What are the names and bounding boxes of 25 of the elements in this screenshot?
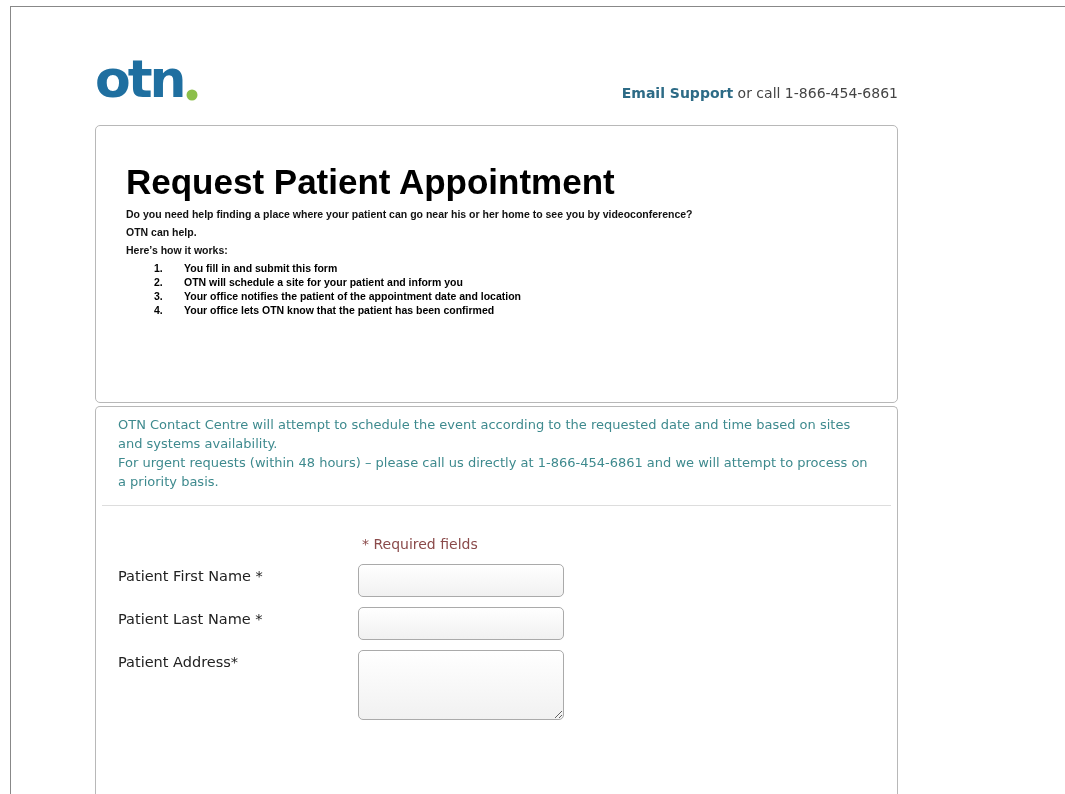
dot-icon <box>185 89 198 101</box>
input-field[interactable] <box>358 607 564 640</box>
step-number: 1. <box>154 262 164 274</box>
step-text: OTN will schedule a site for your patient and inform you <box>184 276 464 288</box>
logo: otn <box>95 57 184 101</box>
step-text: Your office lets OTN know that the patient has been confirmed <box>184 304 496 316</box>
step-number: 2. <box>154 276 164 288</box>
step-number: 3. <box>154 290 164 302</box>
step-text: Your office notifies the patient of the appointment date and location <box>184 290 522 302</box>
step-text: You fill in and submit this form <box>184 262 339 274</box>
intro-text: OTN can help. <box>126 226 198 238</box>
input-field[interactable] <box>358 564 564 597</box>
field-label: Patient Last Name * <box>118 610 264 629</box>
field-label: Patient Address* <box>118 653 240 672</box>
intro-text: Here’s how it works: <box>126 244 229 256</box>
support-text: Email Support or call 1-866-454-6861 <box>621 85 898 101</box>
notice-text: OTN Contact Centre will attempt to schedule the event according to the requested date and time based on sites and systems availability. <box>118 416 852 453</box>
email-support-link[interactable]: Email Support <box>621 85 734 101</box>
step-number: 4. <box>154 304 164 316</box>
field-label: Patient First Name * <box>118 567 264 586</box>
required-note: * Required fields <box>362 536 479 552</box>
notice-text: For urgent requests (within 48 hours) – please call us directly at 1-866-454-6861 and we will attempt to process on a priority basis. <box>118 454 869 491</box>
page-title: Request Patient Appointment <box>126 162 616 202</box>
address-field[interactable] <box>358 650 564 720</box>
intro-text: Do you need help finding a place where your patient can go near his or her home to see you by videoconference? <box>126 208 694 220</box>
